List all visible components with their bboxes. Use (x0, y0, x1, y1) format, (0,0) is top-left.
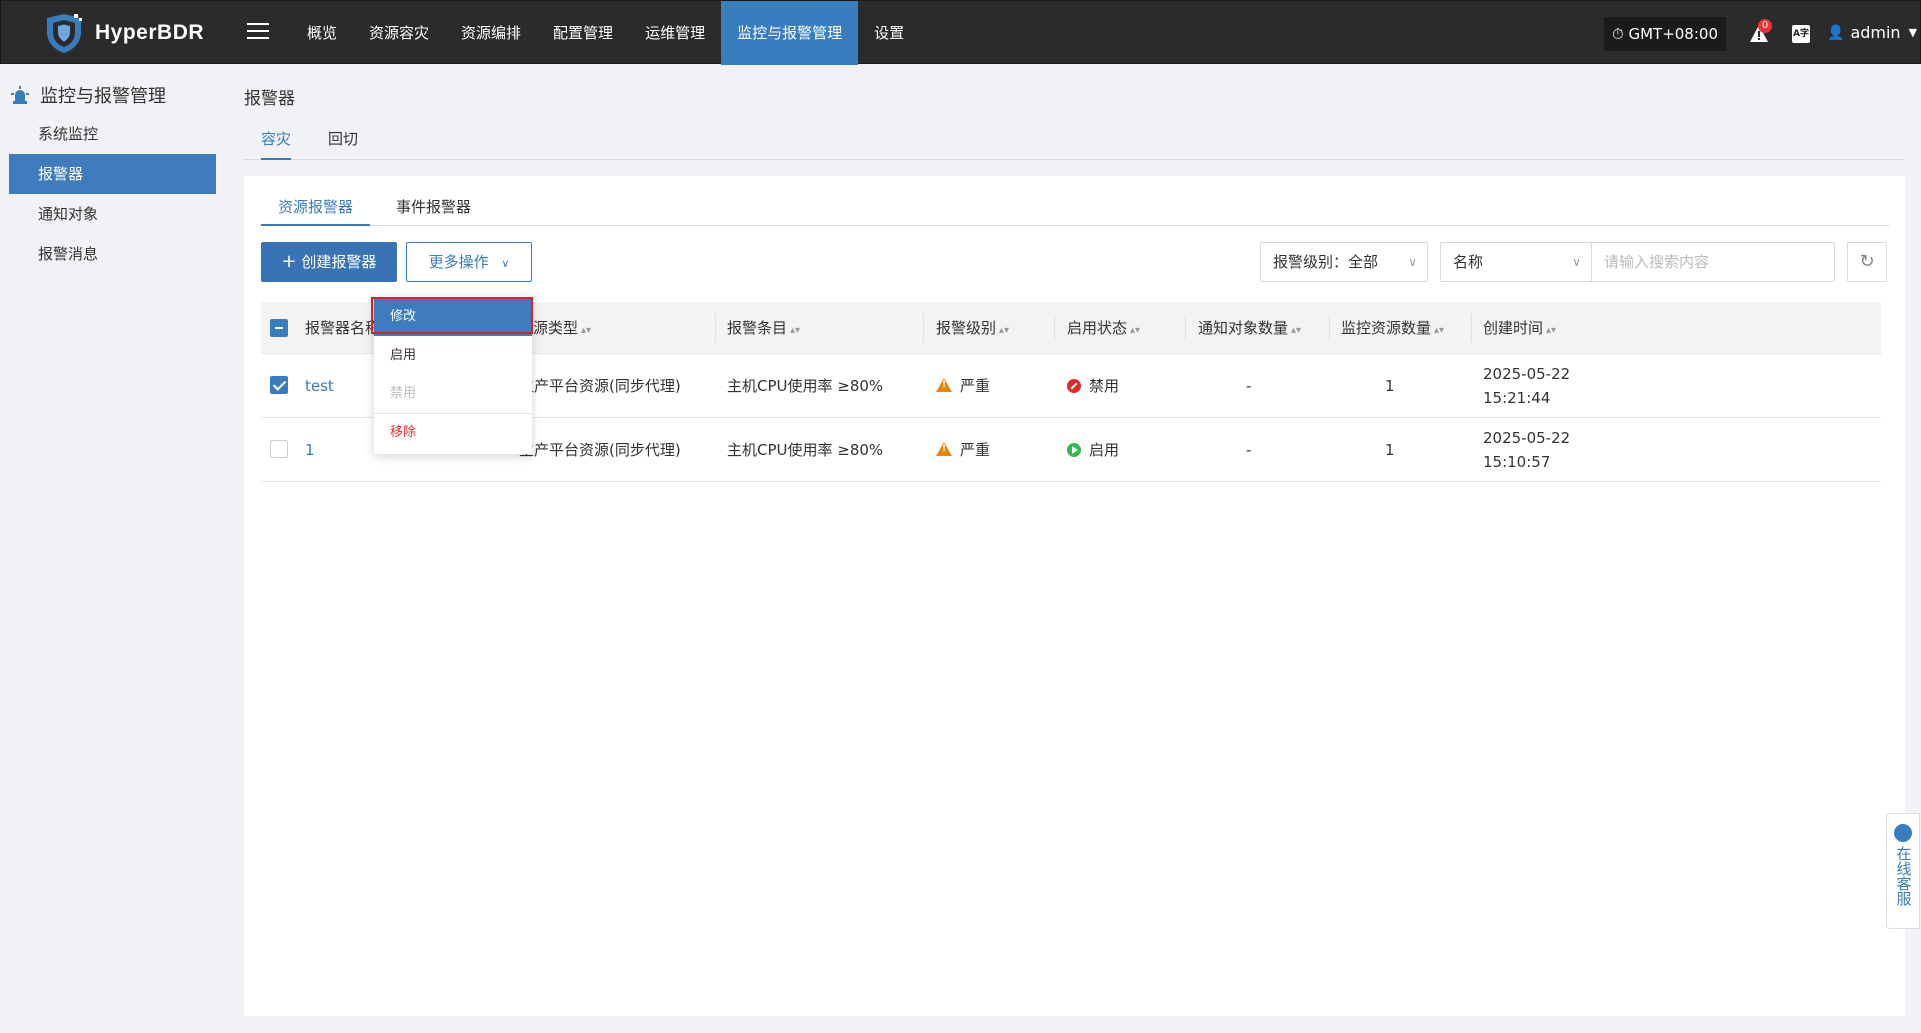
monitor-count-cell: 1 (1385, 377, 1395, 395)
annotation-highlight (371, 297, 533, 334)
alarm-level-filter[interactable]: 报警级别：全部 ∨ (1260, 242, 1428, 282)
sub-tabs: 资源报警器 事件报警器 (261, 192, 1889, 226)
sort-icon: ▴▾ (1434, 325, 1445, 336)
timezone-button[interactable]: ⏱ GMT+08:00 (1604, 17, 1726, 51)
col-created-time[interactable]: 创建时间 ▴▾ (1483, 302, 1556, 354)
nav-config-management[interactable]: 配置管理 (537, 1, 629, 65)
sort-icon: ▴▾ (999, 325, 1010, 336)
sort-icon: ▴▾ (1291, 325, 1302, 336)
created-time-cell: 2025-05-22 15:21:44 (1483, 365, 1571, 407)
created-time-cell: 2025-05-22 15:10:57 (1483, 429, 1571, 471)
chevron-down-icon: ∨ (1572, 255, 1581, 269)
page-title: 报警器 (244, 89, 295, 109)
alarm-item-cell: 主机CPU使用率 ≥80% (727, 377, 884, 395)
alarm-item-cell: 主机CPU使用率 ≥80% (727, 441, 884, 459)
headset-icon (1894, 824, 1912, 842)
chevron-down-icon: ∨ (501, 257, 510, 270)
nav-settings[interactable]: 设置 (858, 1, 920, 65)
chevron-down-icon: ∨ (1408, 255, 1417, 269)
sidebar-title: 监控与报警管理 (40, 86, 166, 107)
alarm-level-cell: 严重 (936, 354, 990, 418)
search-field-label: 名称 (1453, 253, 1484, 271)
online-service-tab[interactable]: 在线客服 (1886, 813, 1920, 929)
create-alarm-label: 创建报警器 (301, 253, 377, 271)
sort-icon: ▴▾ (790, 325, 801, 336)
alarm-light-icon (11, 86, 29, 104)
enabled-icon (1067, 443, 1081, 457)
sidebar: 监控与报警管理 系统监控 报警器 通知对象 报警消息 (0, 64, 224, 1033)
select-all-checkbox[interactable] (270, 319, 288, 337)
col-alarm-name[interactable]: 报警器名称 (305, 302, 380, 354)
notify-count-cell: - (1246, 377, 1252, 395)
notify-count-cell: - (1246, 441, 1252, 459)
notification-badge: 0 (1758, 19, 1772, 33)
sidebar-item-alarm-messages[interactable]: 报警消息 (9, 234, 216, 274)
app-logo[interactable]: HyperBDR (43, 13, 204, 53)
tab-resource-alarms[interactable]: 资源报警器 (261, 192, 371, 226)
nav-ops-management[interactable]: 运维管理 (629, 1, 721, 65)
alarm-name-link[interactable]: test (305, 354, 334, 418)
search-field-select[interactable]: 名称 ∨ (1440, 242, 1592, 282)
row-checkbox[interactable] (270, 376, 288, 394)
col-alarm-item[interactable]: 报警条目 ▴▾ (727, 302, 800, 354)
plus-icon: + (281, 251, 297, 272)
warning-icon (936, 442, 952, 456)
alarm-level-cell: 严重 (936, 418, 990, 482)
disabled-icon (1067, 379, 1081, 393)
status-cell: 启用 (1067, 418, 1119, 482)
col-notify-count[interactable]: 通知对象数量 ▴▾ (1198, 302, 1301, 354)
main-nav: 概览 资源容灾 资源编排 配置管理 运维管理 监控与报警管理 设置 (291, 1, 920, 65)
alarm-name-link[interactable]: 1 (305, 418, 315, 482)
app-name: HyperBDR (95, 21, 205, 44)
sort-icon: ▴▾ (1546, 325, 1557, 336)
row-checkbox[interactable] (270, 440, 288, 458)
col-monitor-count[interactable]: 监控资源数量 ▴▾ (1341, 302, 1444, 354)
menu-item-disable: 禁用 (390, 386, 417, 401)
create-alarm-button[interactable]: + 创建报警器 (261, 242, 397, 282)
sidebar-header: 监控与报警管理 (10, 82, 166, 108)
tab-failback[interactable]: 回切 (328, 124, 358, 160)
more-actions-label: 更多操作 (428, 253, 489, 271)
col-alarm-level[interactable]: 报警级别 ▴▾ (936, 302, 1009, 354)
menu-item-enable[interactable]: 启用 (374, 337, 532, 375)
more-actions-button[interactable]: 更多操作 ∨ (406, 242, 532, 282)
page-tabs: 容灾 回切 (244, 124, 1904, 160)
shield-logo-icon (47, 14, 82, 53)
online-service-label: 在线客服 (1894, 846, 1913, 906)
monitor-count-cell: 1 (1385, 441, 1395, 459)
col-enable-status[interactable]: 启用状态 ▴▾ (1067, 302, 1140, 354)
resource-type-cell: 生产平台资源(同步代理) (519, 377, 681, 395)
search-input[interactable] (1591, 242, 1835, 282)
tab-event-alarms[interactable]: 事件报警器 (396, 192, 471, 226)
nav-resource-dr[interactable]: 资源容灾 (353, 1, 445, 65)
user-name: admin (1850, 23, 1901, 42)
sidebar-item-notify-targets[interactable]: 通知对象 (9, 194, 216, 234)
nav-monitoring-alerts[interactable]: 监控与报警管理 (721, 1, 859, 65)
user-menu[interactable]: 👤 admin ▼ (1827, 1, 1917, 65)
tab-dr[interactable]: 容灾 (261, 124, 292, 160)
menu-item-remove[interactable]: 移除 (374, 414, 532, 452)
status-cell: 禁用 (1067, 354, 1119, 418)
hamburger-menu-icon[interactable] (245, 19, 271, 45)
timezone-label: GMT+08:00 (1628, 25, 1718, 43)
sort-icon: ▴▾ (1130, 325, 1141, 336)
chevron-down-icon: ▼ (1908, 26, 1918, 39)
nav-overview[interactable]: 概览 (291, 1, 353, 65)
sidebar-item-system-monitoring[interactable]: 系统监控 (9, 114, 216, 154)
language-icon[interactable]: A字 (1792, 25, 1810, 43)
nav-resource-orchestration[interactable]: 资源编排 (445, 1, 537, 65)
refresh-icon[interactable]: ↻ (1847, 242, 1887, 282)
warning-icon (936, 378, 952, 392)
top-bar: HyperBDR 概览 资源容灾 资源编排 配置管理 运维管理 监控与报警管理 … (0, 0, 1921, 65)
resource-type-cell: 生产平台资源(同步代理) (519, 441, 681, 459)
alarm-level-filter-label: 报警级别：全部 (1273, 253, 1379, 271)
sort-icon: ▴▾ (581, 325, 592, 336)
sidebar-item-alarms[interactable]: 报警器 (9, 154, 216, 194)
user-icon: 👤 (1827, 25, 1845, 41)
